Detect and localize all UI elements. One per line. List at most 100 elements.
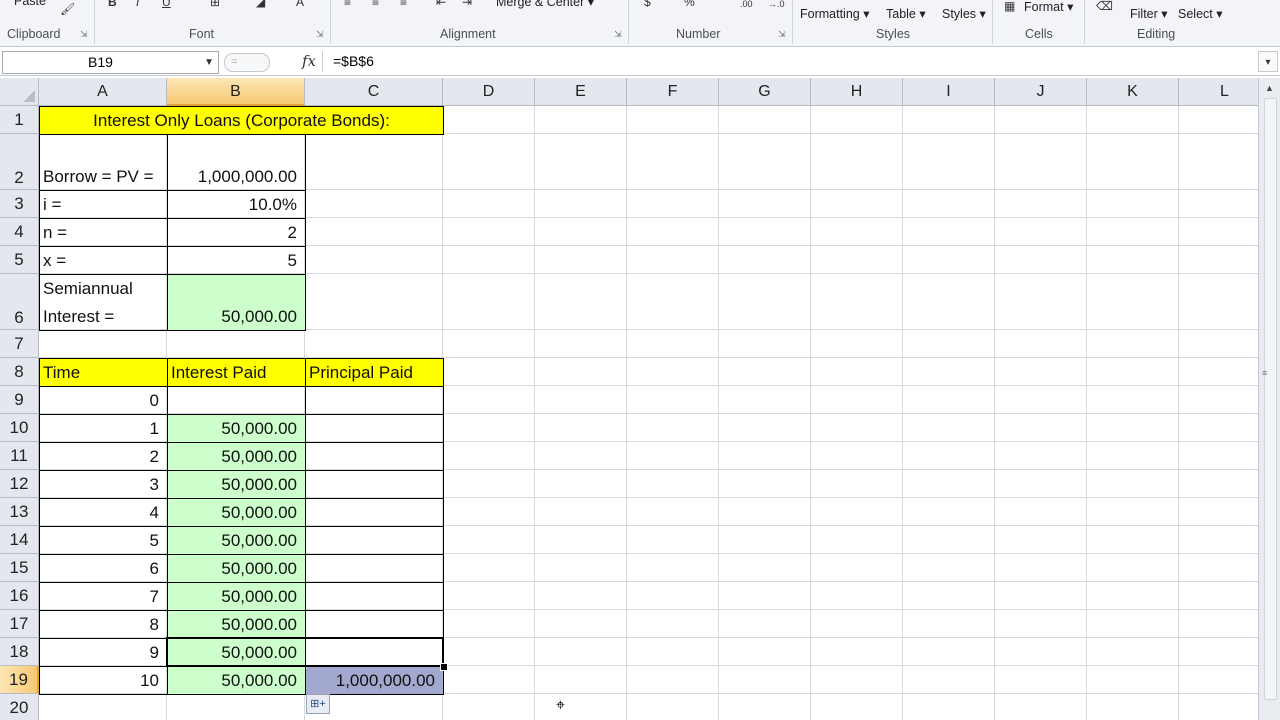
currency-icon[interactable]: $ [644,0,651,8]
table-cell-principal[interactable] [305,470,444,499]
row-header-3[interactable]: 3 [0,190,39,218]
scroll-up-icon[interactable]: ▲ [1262,80,1277,96]
row-header-18[interactable]: 18 [0,638,39,666]
table-cell-interest[interactable]: 50,000.00 [167,554,306,583]
row-header-2[interactable]: 2 [0,134,39,190]
row-header-5[interactable]: 5 [0,246,39,274]
format-as-table-button[interactable]: Table ▾ [886,6,926,21]
eraser-icon[interactable]: ⌫ [1096,0,1113,12]
row-header-17[interactable]: 17 [0,610,39,638]
header-principal-paid[interactable]: Principal Paid [305,358,444,387]
clipboard-launcher-icon[interactable]: ⇲ [80,30,88,39]
column-header-j[interactable]: J [995,78,1087,106]
format-painter-icon[interactable]: 🖌 [60,3,75,15]
conditional-formatting-button[interactable]: Formatting ▾ [800,6,870,21]
row-header-16[interactable]: 16 [0,582,39,610]
expand-formula-bar-icon[interactable]: ▾ [1258,51,1278,72]
worksheet-grid[interactable]: A B C D E F G H I J K L 1 2 3 4 5 6 7 8 9 10 11 12 13 14 15 16 17 18 1… [0,78,1260,720]
font-color-icon[interactable]: A [296,0,304,8]
row-header-19[interactable]: 19 [0,666,39,694]
table-cell-principal[interactable] [305,610,444,639]
name-box[interactable]: B19 ▼ [2,51,219,74]
table-cell-time[interactable]: 6 [39,554,168,583]
header-time[interactable]: Time [39,358,168,387]
outdent-icon[interactable]: ⇤ [436,0,446,8]
vertical-scrollbar[interactable]: ▲ ≡ [1258,78,1280,720]
value-x[interactable]: 5 [167,246,306,275]
decrease-decimal-icon[interactable]: →.0 [768,0,785,10]
column-header-k[interactable]: K [1087,78,1179,106]
row-header-1[interactable]: 1 [0,106,39,134]
bold-icon[interactable]: B [108,0,117,8]
table-cell-interest[interactable]: 50,000.00 [167,526,306,555]
align-right-icon[interactable]: ≡ [400,0,407,8]
table-cell-interest[interactable]: 50,000.00 [167,498,306,527]
merge-center-button[interactable]: Merge & Center ▾ [496,0,594,9]
row-header-14[interactable]: 14 [0,526,39,554]
column-header-d[interactable]: D [443,78,535,106]
table-cell-principal[interactable] [305,386,444,415]
borders-icon[interactable]: ⊞ [210,0,220,8]
value-rate[interactable]: 10.0% [167,190,306,219]
table-cell-time[interactable]: 1 [39,414,168,443]
table-cell-principal[interactable] [305,526,444,555]
percent-icon[interactable]: % [684,0,695,8]
table-cell-time[interactable]: 9 [39,638,168,667]
row-header-20[interactable]: 20 [0,694,39,720]
table-cell-principal[interactable] [305,582,444,611]
row-header-10[interactable]: 10 [0,414,39,442]
table-cell-principal[interactable] [305,498,444,527]
column-header-h[interactable]: H [811,78,903,106]
value-semiannual-interest[interactable]: 50,000.00 [167,274,306,331]
header-interest-paid[interactable]: Interest Paid [167,358,306,387]
column-header-l[interactable]: L [1179,78,1260,106]
table-cell-interest[interactable]: 50,000.00 [167,610,306,639]
row-header-11[interactable]: 11 [0,442,39,470]
paste-options-icon[interactable]: ⊞+ [306,694,330,714]
table-cell-principal[interactable] [305,414,444,443]
label-semiannual-interest[interactable]: Semiannual Interest = [39,274,168,331]
table-cell-time[interactable]: 4 [39,498,168,527]
table-cell-time[interactable]: 0 [39,386,168,415]
label-rate[interactable]: i = [39,190,168,219]
fill-color-icon[interactable]: ◢ [256,0,265,8]
italic-icon[interactable]: I [136,0,139,8]
table-cell-principal[interactable] [305,554,444,583]
column-header-b[interactable]: B [167,78,305,106]
formula-cancel-enter[interactable]: = [224,53,270,72]
underline-icon[interactable]: U [162,0,171,8]
table-cell-time[interactable]: 7 [39,582,168,611]
table-cell-principal[interactable] [305,442,444,471]
select-all-button[interactable] [0,78,39,106]
column-header-e[interactable]: E [535,78,627,106]
value-borrow[interactable]: 1,000,000.00 [167,134,306,191]
row-header-9[interactable]: 9 [0,386,39,414]
formula-input[interactable]: =$B$6 [322,51,1258,72]
row-header-6[interactable]: 6 [0,274,39,330]
cell-styles-button[interactable]: Styles ▾ [942,6,986,21]
column-header-f[interactable]: F [627,78,719,106]
table-cell-interest[interactable]: 50,000.00 [167,470,306,499]
align-left-icon[interactable]: ≡ [344,0,351,8]
align-center-icon[interactable]: ≡ [372,0,379,8]
chevron-down-icon[interactable]: ▼ [204,52,214,73]
column-header-i[interactable]: I [903,78,995,106]
alignment-launcher-icon[interactable]: ⇲ [614,30,622,39]
label-n[interactable]: n = [39,218,168,247]
table-cell-principal[interactable]: 1,000,000.00 [305,666,444,695]
row-header-4[interactable]: 4 [0,218,39,246]
row-header-8[interactable]: 8 [0,358,39,386]
table-cell-interest[interactable]: 50,000.00 [167,666,306,695]
table-cell-interest[interactable]: 50,000.00 [167,582,306,611]
format-button[interactable]: Format ▾ [1024,0,1073,14]
label-borrow[interactable]: Borrow = PV = [39,134,168,191]
title-cell[interactable]: Interest Only Loans (Corporate Bonds): [39,106,444,135]
table-cell-interest[interactable]: 50,000.00 [167,414,306,443]
fill-handle[interactable] [440,663,448,671]
find-select-button[interactable]: Select ▾ [1178,6,1223,21]
insert-function-icon[interactable]: fx [302,52,316,70]
table-cell-time[interactable]: 8 [39,610,168,639]
table-cell-principal[interactable] [305,638,444,667]
scrollbar-thumb[interactable] [1264,98,1277,700]
column-header-c[interactable]: C [305,78,443,106]
